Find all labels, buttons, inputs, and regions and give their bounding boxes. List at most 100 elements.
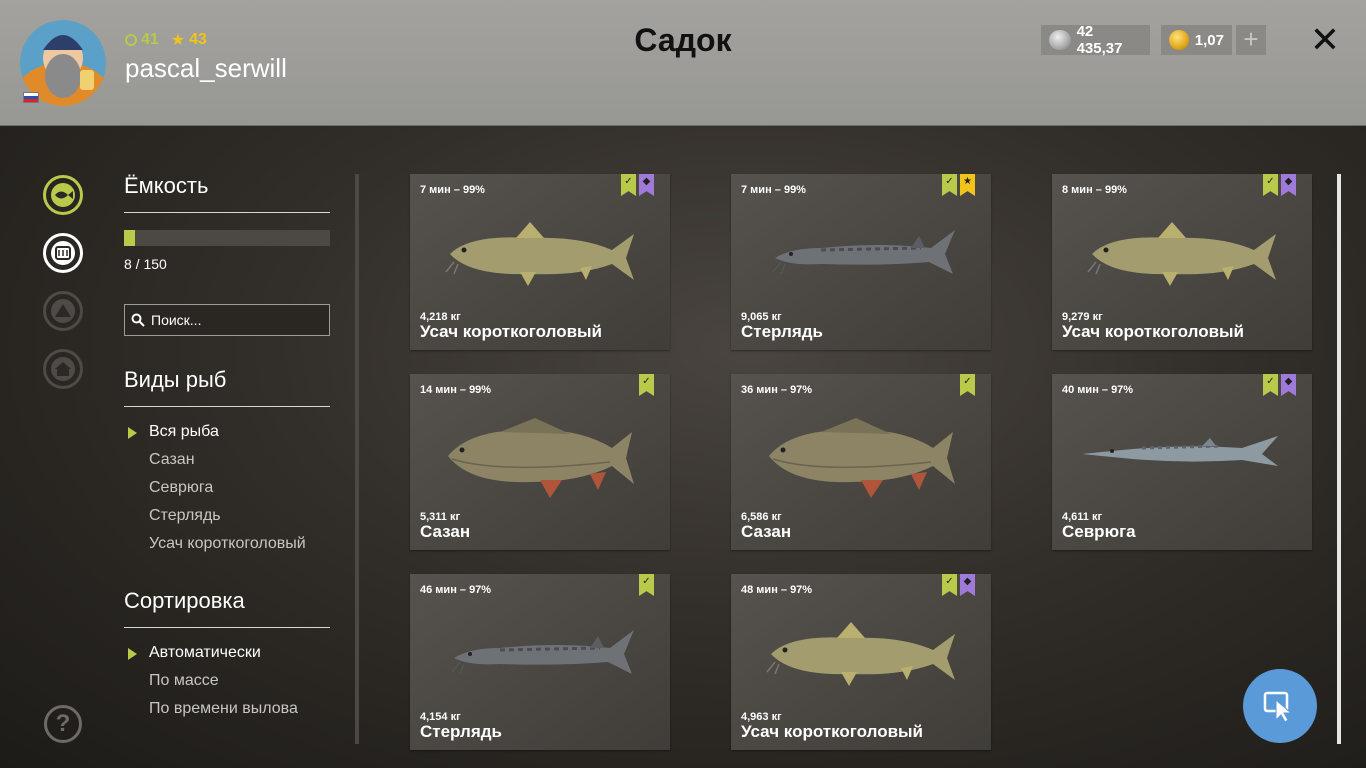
fish-badges: ✓ [639, 574, 654, 596]
fish-card[interactable]: 7 мин – 99% ✓ ◆ 4,218 кг Усач короткоголовый [410, 174, 670, 350]
fish-card[interactable]: 48 мин – 97% ✓ ◆ 4,963 кг Усач короткоголовы… [731, 574, 991, 750]
star-icon: ★ [170, 32, 186, 49]
trophy-badge-icon: ◆ [1281, 174, 1296, 196]
fish-name: Стерлядь [741, 322, 823, 341]
sorting-item[interactable]: По массе [124, 667, 298, 695]
fish-badges: ✓ ◆ [1263, 174, 1296, 196]
fish-card[interactable]: 36 мин – 97% ✓ 6,586 кг Сазан [731, 374, 991, 550]
tent-icon[interactable] [43, 291, 83, 331]
country-flag-icon [23, 92, 39, 103]
fish-name: Усач короткоголовый [741, 722, 923, 741]
gold-coins-icon [1169, 30, 1189, 50]
divider [124, 212, 330, 213]
check-badge-icon: ✓ [1263, 374, 1278, 396]
rank-ring-icon [125, 34, 137, 46]
check-badge-icon: ✓ [639, 374, 654, 396]
sorting-list: Автоматически По массе По времени вылова [124, 639, 298, 723]
fish-name: Сазан [420, 522, 471, 541]
fish-icon[interactable] [43, 175, 83, 215]
species-heading: Виды рыб [124, 367, 227, 392]
close-button[interactable]: ✕ [1307, 22, 1343, 58]
fish-card[interactable]: 46 мин – 97% ✓ 4,154 кг Стерлядь [410, 574, 670, 750]
sorting-item-label: По времени вылова [149, 700, 298, 717]
fish-badges: ✓ ★ [942, 174, 975, 196]
fish-name: Сазан [741, 522, 792, 541]
catch-meta: 8 мин – 99% [1062, 184, 1127, 196]
sorting-item[interactable]: По времени вылова [124, 695, 298, 723]
fish-name: Севрюга [1062, 522, 1136, 541]
catch-meta: 46 мин – 97% [420, 584, 492, 596]
check-badge-icon: ✓ [639, 574, 654, 596]
home-icon[interactable] [43, 349, 83, 389]
divider [124, 627, 330, 628]
species-item[interactable]: Вся рыба [124, 418, 306, 446]
cursor-icon [1263, 691, 1293, 723]
selected-arrow-icon [128, 648, 137, 660]
fish-card[interactable]: 40 мин – 97% ✓ ◆ 4,611 кг Севрюга [1052, 374, 1312, 550]
username: pascal_serwill [125, 53, 287, 83]
check-badge-icon: ✓ [942, 574, 957, 596]
fish-name: Усач короткоголовый [1062, 322, 1244, 341]
species-item-label: Вся рыба [149, 423, 219, 440]
search-input[interactable]: Поиск... [124, 304, 330, 336]
species-item[interactable]: Усач короткоголовый [124, 530, 306, 558]
sorting-item[interactable]: Автоматически [124, 639, 298, 667]
catch-meta: 7 мин – 99% [741, 184, 806, 196]
silver-balance[interactable]: 42 435,37 [1041, 23, 1150, 57]
catch-meta: 40 мин – 97% [1062, 384, 1134, 396]
star-badge-icon: ★ [960, 174, 975, 196]
sidebar-scroll-track [355, 174, 359, 744]
player-levels: 41 ★ 43 [125, 30, 207, 50]
species-list: Вся рыба Сазан Севрюга Стерлядь Усач коротко… [124, 418, 306, 558]
species-item[interactable]: Севрюга [124, 474, 306, 502]
fish-name: Усач короткоголовый [420, 322, 602, 341]
trophy-badge-icon: ◆ [1281, 374, 1296, 396]
capacity-bar [124, 230, 330, 246]
species-item[interactable]: Сазан [124, 446, 306, 474]
sorting-heading: Сортировка [124, 588, 245, 613]
species-item-label: Усач короткоголовый [149, 535, 306, 552]
add-gold-button[interactable]: + [1236, 25, 1266, 55]
catch-meta: 14 мин – 99% [420, 384, 492, 396]
fish-name: Стерлядь [420, 722, 502, 741]
capacity-heading: Ёмкость [124, 173, 209, 198]
trophy-badge-icon: ◆ [960, 574, 975, 596]
keepnet-icon[interactable] [43, 233, 83, 273]
species-item-label: Стерлядь [149, 507, 221, 524]
capacity-text: 8 / 150 [124, 256, 167, 272]
fish-badges: ✓ ◆ [942, 574, 975, 596]
check-badge-icon: ✓ [960, 374, 975, 396]
sorting-item-label: Автоматически [149, 644, 261, 661]
fish-card[interactable]: 14 мин – 99% ✓ 5,311 кг Сазан [410, 374, 670, 550]
gold-balance[interactable]: 1,07 [1161, 25, 1232, 55]
species-item[interactable]: Стерлядь [124, 502, 306, 530]
check-badge-icon: ✓ [621, 174, 636, 196]
catch-meta: 48 мин – 97% [741, 584, 813, 596]
fish-badges: ✓ [960, 374, 975, 396]
species-item-label: Севрюга [149, 479, 214, 496]
cursor-mode-button[interactable] [1243, 669, 1317, 743]
selected-arrow-icon [128, 427, 137, 439]
species-item-label: Сазан [149, 451, 195, 468]
search-icon [131, 313, 145, 327]
silver-coins-icon [1049, 30, 1071, 50]
rank-level: 41 [125, 30, 159, 50]
top-bar: 41 ★ 43 pascal_serwill Садок 42 435,37 1… [0, 0, 1366, 126]
catch-meta: 7 мин – 99% [420, 184, 485, 196]
star-level: ★ 43 [170, 31, 207, 49]
search-placeholder: Поиск... [151, 312, 202, 328]
grid-scrollbar[interactable] [1337, 174, 1341, 744]
fish-badges: ✓ [639, 374, 654, 396]
check-badge-icon: ✓ [942, 174, 957, 196]
trophy-badge-icon: ◆ [639, 174, 654, 196]
fish-card[interactable]: 7 мин – 99% ✓ ★ 9,065 кг Стерлядь [731, 174, 991, 350]
divider [124, 406, 330, 407]
capacity-bar-fill [124, 230, 135, 246]
sorting-item-label: По массе [149, 672, 219, 689]
fish-card[interactable]: 8 мин – 99% ✓ ◆ 9,279 кг Усач короткоголовый [1052, 174, 1312, 350]
fish-badges: ✓ ◆ [621, 174, 654, 196]
check-badge-icon: ✓ [1263, 174, 1278, 196]
catch-meta: 36 мин – 97% [741, 384, 813, 396]
fish-badges: ✓ ◆ [1263, 374, 1296, 396]
help-icon[interactable]: ? [44, 705, 82, 743]
